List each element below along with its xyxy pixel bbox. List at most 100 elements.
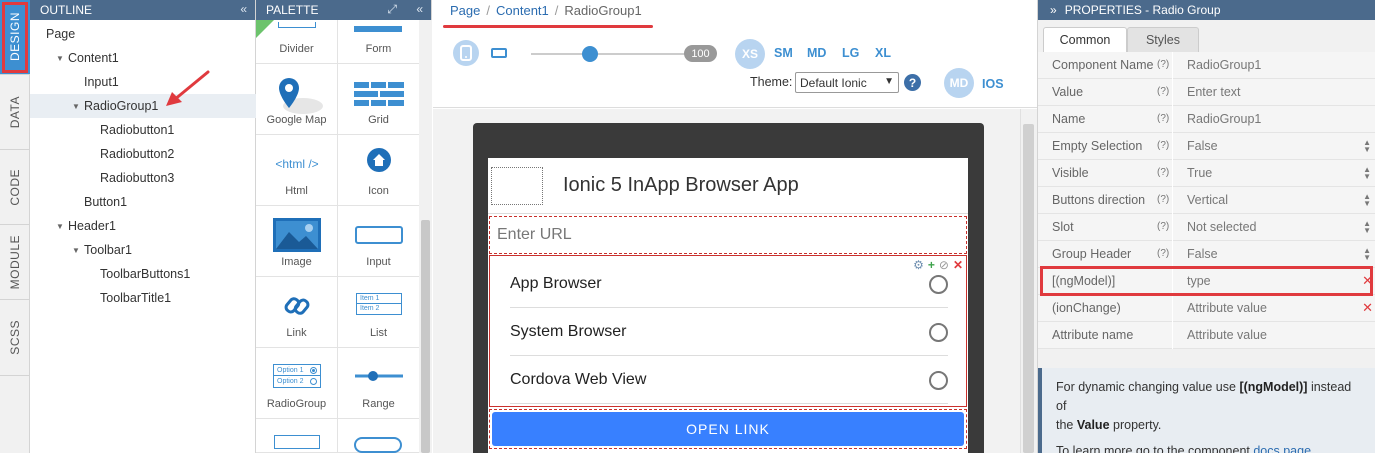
property-help-icon[interactable]: (?) xyxy=(1157,140,1169,151)
outline-item[interactable]: ▼ Header1 xyxy=(30,214,256,238)
outline-item[interactable]: Radiobutton1 xyxy=(30,118,256,142)
phone-view-button[interactable] xyxy=(453,40,479,66)
property-help-icon[interactable]: (?) xyxy=(1157,113,1169,124)
zoom-slider-thumb[interactable] xyxy=(582,46,599,62)
property-row[interactable]: Visible (?) True ▲ ▼ xyxy=(1038,160,1375,187)
outline-item[interactable]: ▼ Content1 xyxy=(30,46,256,70)
property-row[interactable]: Group Header (?) False ▲ ▼ xyxy=(1038,241,1375,268)
app-header[interactable]: Ionic 5 InApp Browser App xyxy=(488,158,968,214)
palette-item-google-map[interactable]: Google Map xyxy=(256,64,338,135)
property-value[interactable]: Attribute value xyxy=(1187,301,1267,315)
property-help-icon[interactable]: (?) xyxy=(1157,167,1169,178)
property-value[interactable]: Attribute value xyxy=(1187,328,1267,342)
property-row[interactable]: Slot (?) Not selected ▲ ▼ xyxy=(1038,214,1375,241)
property-row[interactable]: Buttons direction (?) Vertical ▲ ▼ xyxy=(1038,187,1375,214)
expand-triangle-icon[interactable]: ▼ xyxy=(72,246,84,255)
canvas-scroll-thumb[interactable] xyxy=(1023,124,1034,453)
toolbar-buttons-placeholder[interactable] xyxy=(491,167,543,205)
breakpoint-xs[interactable]: XS xyxy=(735,39,765,69)
radio-circle[interactable] xyxy=(929,275,948,294)
palette-item-divider[interactable]: Divider xyxy=(256,20,338,64)
property-value[interactable]: Enter text xyxy=(1187,85,1241,99)
outline-item[interactable]: Input1 xyxy=(30,70,256,94)
radio-item[interactable]: System Browser xyxy=(510,308,948,356)
property-help-icon[interactable]: (?) xyxy=(1157,221,1169,232)
theme-select[interactable]: Default Ionic ▼ xyxy=(795,72,899,93)
tab-common[interactable]: Common xyxy=(1043,27,1127,52)
property-value[interactable]: RadioGroup1 xyxy=(1187,58,1261,72)
palette-item-icon[interactable]: Icon xyxy=(338,135,420,206)
breakpoint-md[interactable]: MD xyxy=(807,46,826,60)
radio-item[interactable]: Cordova Web View xyxy=(510,356,948,404)
expand-triangle-icon[interactable]: ▼ xyxy=(56,222,68,231)
palette-item-link[interactable]: Link xyxy=(256,277,338,348)
property-row[interactable]: Component Name (?) RadioGroup1 xyxy=(1038,52,1375,79)
outline-item[interactable]: ▼ RadioGroup1 xyxy=(30,94,256,118)
outline-item[interactable]: Button1 xyxy=(30,190,256,214)
palette-item-list[interactable]: Item 1 Item 2 List xyxy=(338,277,420,348)
outline-item[interactable]: Radiobutton2 xyxy=(30,142,256,166)
breadcrumb-content[interactable]: Content1 xyxy=(496,3,549,18)
expand-triangle-icon[interactable]: ▼ xyxy=(56,54,68,63)
property-value[interactable]: Not selected xyxy=(1187,220,1256,234)
property-value[interactable]: RadioGroup1 xyxy=(1187,112,1261,126)
spinner-icon[interactable]: ▲ ▼ xyxy=(1363,220,1371,235)
property-help-icon[interactable]: (?) xyxy=(1157,59,1169,70)
outline-item[interactable]: ToolbarButtons1 xyxy=(30,262,256,286)
expand-triangle-icon[interactable]: ▼ xyxy=(72,102,84,111)
radio-circle[interactable] xyxy=(929,323,948,342)
palette-item-list-more[interactable] xyxy=(256,419,338,453)
radio-item[interactable]: App Browser xyxy=(510,260,948,308)
palette-scroll-thumb[interactable] xyxy=(421,220,430,453)
spinner-icon[interactable]: ▲ ▼ xyxy=(1363,139,1371,154)
palette-item-input[interactable]: Input xyxy=(338,206,420,277)
palette-item-searchbar[interactable] xyxy=(338,419,420,453)
url-input[interactable]: Enter URL xyxy=(489,216,967,254)
property-row[interactable]: Value (?) Enter text xyxy=(1038,79,1375,106)
help-icon[interactable]: ? xyxy=(904,74,921,91)
tab-data[interactable]: DATA xyxy=(0,75,30,150)
property-value[interactable]: False xyxy=(1187,139,1218,153)
palette-item-form[interactable]: Form xyxy=(338,20,420,64)
property-row[interactable]: Name (?) RadioGroup1 xyxy=(1038,106,1375,133)
docs-page-link[interactable]: docs page xyxy=(1253,444,1311,453)
properties-expand-icon[interactable]: » xyxy=(1050,3,1057,17)
tab-module[interactable]: MODULE xyxy=(0,225,30,300)
outline-item[interactable]: Radiobutton3 xyxy=(30,166,256,190)
zoom-slider[interactable] xyxy=(531,46,691,62)
palette-item-image[interactable]: Image xyxy=(256,206,338,277)
property-help-icon[interactable]: (?) xyxy=(1157,86,1169,97)
app-title[interactable]: Ionic 5 InApp Browser App xyxy=(563,174,799,197)
remove-icon[interactable]: ✕ xyxy=(1362,300,1373,316)
radio-group[interactable]: ⚙ + ⊘ ✕ App Browser System Browser Cordo… xyxy=(489,255,967,407)
spinner-icon[interactable]: ▲ ▼ xyxy=(1363,166,1371,181)
breadcrumb-page[interactable]: Page xyxy=(450,3,480,18)
open-link-button[interactable]: OPEN LINK xyxy=(492,412,964,446)
property-value[interactable]: True xyxy=(1187,166,1212,180)
property-row[interactable]: Empty Selection (?) False ▲ ▼ xyxy=(1038,133,1375,160)
tab-styles[interactable]: Styles xyxy=(1127,27,1199,52)
mode-md-button[interactable]: MD xyxy=(944,68,974,98)
radio-circle[interactable] xyxy=(929,371,948,390)
outline-item[interactable]: ▼ Toolbar1 xyxy=(30,238,256,262)
outline-item[interactable]: ToolbarTitle1 xyxy=(30,286,256,310)
breakpoint-lg[interactable]: LG xyxy=(842,46,859,60)
property-value[interactable]: Vertical xyxy=(1187,193,1228,207)
mode-ios-button[interactable]: IOS xyxy=(982,77,1004,91)
expand-icon[interactable]: ⤢ xyxy=(387,2,397,17)
property-help-icon[interactable]: (?) xyxy=(1157,248,1169,259)
palette-item-grid[interactable]: Grid xyxy=(338,64,420,135)
property-row[interactable]: (ionChange) Attribute value ✕ xyxy=(1038,295,1375,322)
palette-item-radiogroup[interactable]: Option 1 Option 2 RadioGroup xyxy=(256,348,338,419)
palette-item-range[interactable]: Range xyxy=(338,348,420,419)
breakpoint-sm[interactable]: SM xyxy=(774,46,793,60)
property-value[interactable]: False xyxy=(1187,247,1218,261)
breakpoint-xl[interactable]: XL xyxy=(875,46,891,60)
spinner-icon[interactable]: ▲ ▼ xyxy=(1363,247,1371,262)
tablet-view-button[interactable] xyxy=(486,40,512,66)
tab-code[interactable]: CODE xyxy=(0,150,30,225)
outline-item[interactable]: Page xyxy=(30,22,256,46)
palette-collapse-icon[interactable]: « xyxy=(416,2,423,16)
property-row[interactable]: Attribute name Attribute value xyxy=(1038,322,1375,349)
outline-collapse-icon[interactable]: « xyxy=(240,2,247,16)
